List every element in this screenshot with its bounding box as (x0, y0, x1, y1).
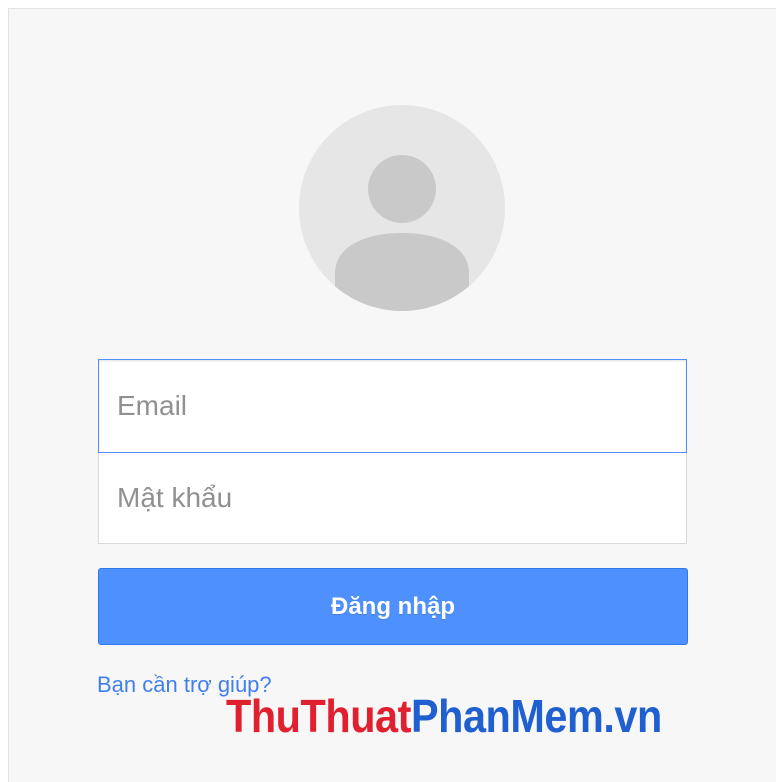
person-silhouette-icon (335, 155, 469, 311)
email-field[interactable] (98, 359, 687, 453)
password-field[interactable] (98, 452, 687, 544)
watermark-part-2: PhanMem.vn (410, 690, 662, 742)
user-avatar-icon (299, 105, 505, 311)
watermark-part-1: ThuThuat (226, 690, 411, 742)
site-watermark: ThuThuatPhanMem.vn (226, 693, 662, 739)
signin-button[interactable]: Đăng nhập (98, 568, 688, 645)
